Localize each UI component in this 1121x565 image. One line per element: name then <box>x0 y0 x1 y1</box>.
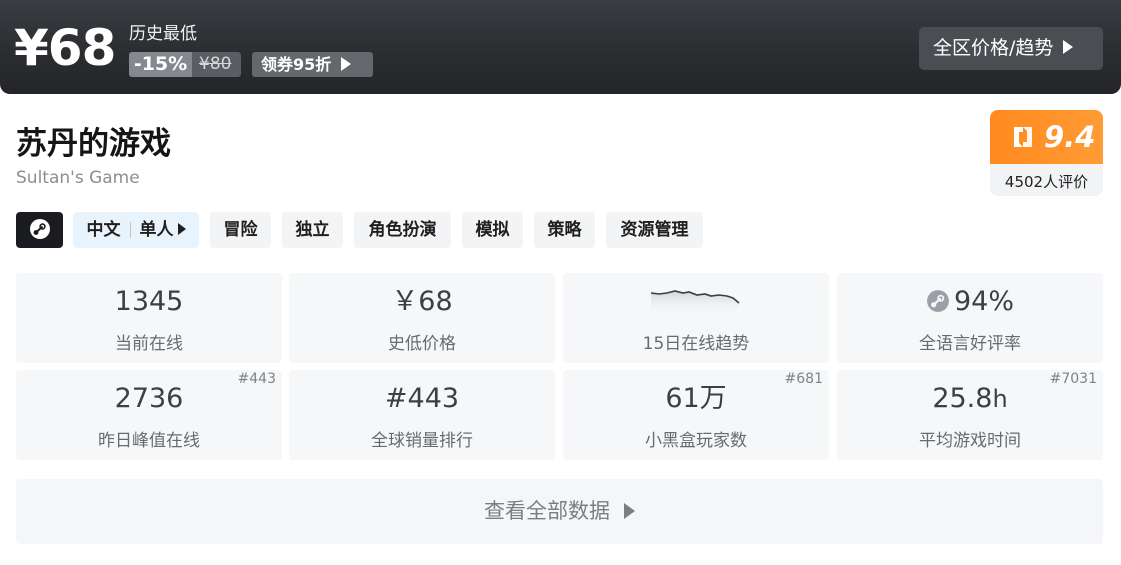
stat-online-trend[interactable]: 15日在线趋势 <box>563 273 829 363</box>
coupon-label: 领券95折 <box>261 55 332 74</box>
language-mode-tag[interactable]: 中文 单人 <box>73 212 199 248</box>
sparkline-chart-icon <box>650 290 740 315</box>
stat-label: 当前在线 <box>115 334 183 354</box>
stat-label: 平均游戏时间 <box>919 431 1021 451</box>
rating-count: 4502人评价 <box>1004 173 1089 191</box>
steam-platform-tag[interactable] <box>16 212 63 248</box>
stat-value: 25.8 <box>932 383 993 414</box>
stat-value: #443 <box>384 383 460 414</box>
stat-global-sales[interactable]: #443 全球销量排行 <box>289 370 555 460</box>
stat-label: 史低价格 <box>388 334 456 354</box>
stat-label: 小黑盒玩家数 <box>645 431 747 451</box>
price-header: ¥68 历史最低 -15% ¥80 领券95折 全区价格/趋势 <box>0 0 1121 94</box>
tag-simulation[interactable]: 模拟 <box>462 212 523 248</box>
stat-value: ￥68 <box>391 286 453 317</box>
stat-label: 昨日峰值在线 <box>98 431 200 451</box>
stat-unit: h <box>992 385 1008 413</box>
discount-percent: -15% <box>129 52 192 77</box>
stat-value: 94% <box>953 286 1014 317</box>
score-header: 9.4 <box>990 110 1103 164</box>
tag-divider <box>129 222 131 238</box>
mode-label: 单人 <box>139 220 174 240</box>
region-button-label: 全区价格/趋势 <box>933 37 1054 59</box>
discount-badge: -15% ¥80 <box>129 52 241 77</box>
stat-peak-yesterday[interactable]: #443 2736 昨日峰值在线 <box>16 370 282 460</box>
stat-value: 1345 <box>114 286 184 317</box>
stat-value: 61万 <box>665 383 727 414</box>
view-all-data-button[interactable]: 查看全部数据 <box>16 479 1103 544</box>
stat-lowest-price[interactable]: ￥68 史低价格 <box>289 273 555 363</box>
historic-low-label: 历史最低 <box>129 24 197 44</box>
tag-adventure[interactable]: 冒险 <box>210 212 271 248</box>
tag-rpg[interactable]: 角色扮演 <box>354 212 451 248</box>
stat-label: 15日在线趋势 <box>642 334 750 354</box>
play-arrow-icon <box>341 57 352 71</box>
language-label: 中文 <box>86 220 121 240</box>
stat-value: 2736 <box>114 383 184 414</box>
play-arrow-icon <box>1063 40 1074 54</box>
tag-strategy[interactable]: 策略 <box>534 212 595 248</box>
original-price: ¥80 <box>199 54 232 74</box>
score-value: 9.4 <box>1044 120 1096 154</box>
steam-icon <box>29 218 50 239</box>
coupon-button[interactable]: 领券95折 <box>252 52 373 77</box>
region-price-trend-button[interactable]: 全区价格/趋势 <box>919 27 1103 70</box>
game-title: 苏丹的游戏 <box>16 126 171 162</box>
score-card[interactable]: 9.4 4502人评价 <box>990 110 1103 196</box>
stat-current-online[interactable]: 1345 当前在线 <box>16 273 282 363</box>
tag-indie[interactable]: 独立 <box>282 212 343 248</box>
stat-avg-playtime[interactable]: #7031 25.8h 平均游戏时间 <box>837 370 1103 460</box>
stat-label: 全球销量排行 <box>371 431 473 451</box>
stat-value-wrap: 25.8h <box>837 382 1103 416</box>
stat-xhh-players[interactable]: #681 61万 小黑盒玩家数 <box>563 370 829 460</box>
play-arrow-icon <box>624 502 635 519</box>
stat-label: 全语言好评率 <box>919 334 1021 354</box>
game-subtitle: Sultan's Game <box>16 168 140 188</box>
steam-icon <box>927 289 949 312</box>
tag-resource-management[interactable]: 资源管理 <box>606 212 703 248</box>
play-arrow-icon <box>177 222 186 235</box>
stat-value-wrap: 94% <box>837 285 1103 319</box>
stat-rating[interactable]: 94% 全语言好评率 <box>837 273 1103 363</box>
xiaoheihe-logo-icon <box>1014 127 1032 147</box>
current-price: ¥68 <box>14 19 116 77</box>
view-all-label: 查看全部数据 <box>484 499 610 523</box>
